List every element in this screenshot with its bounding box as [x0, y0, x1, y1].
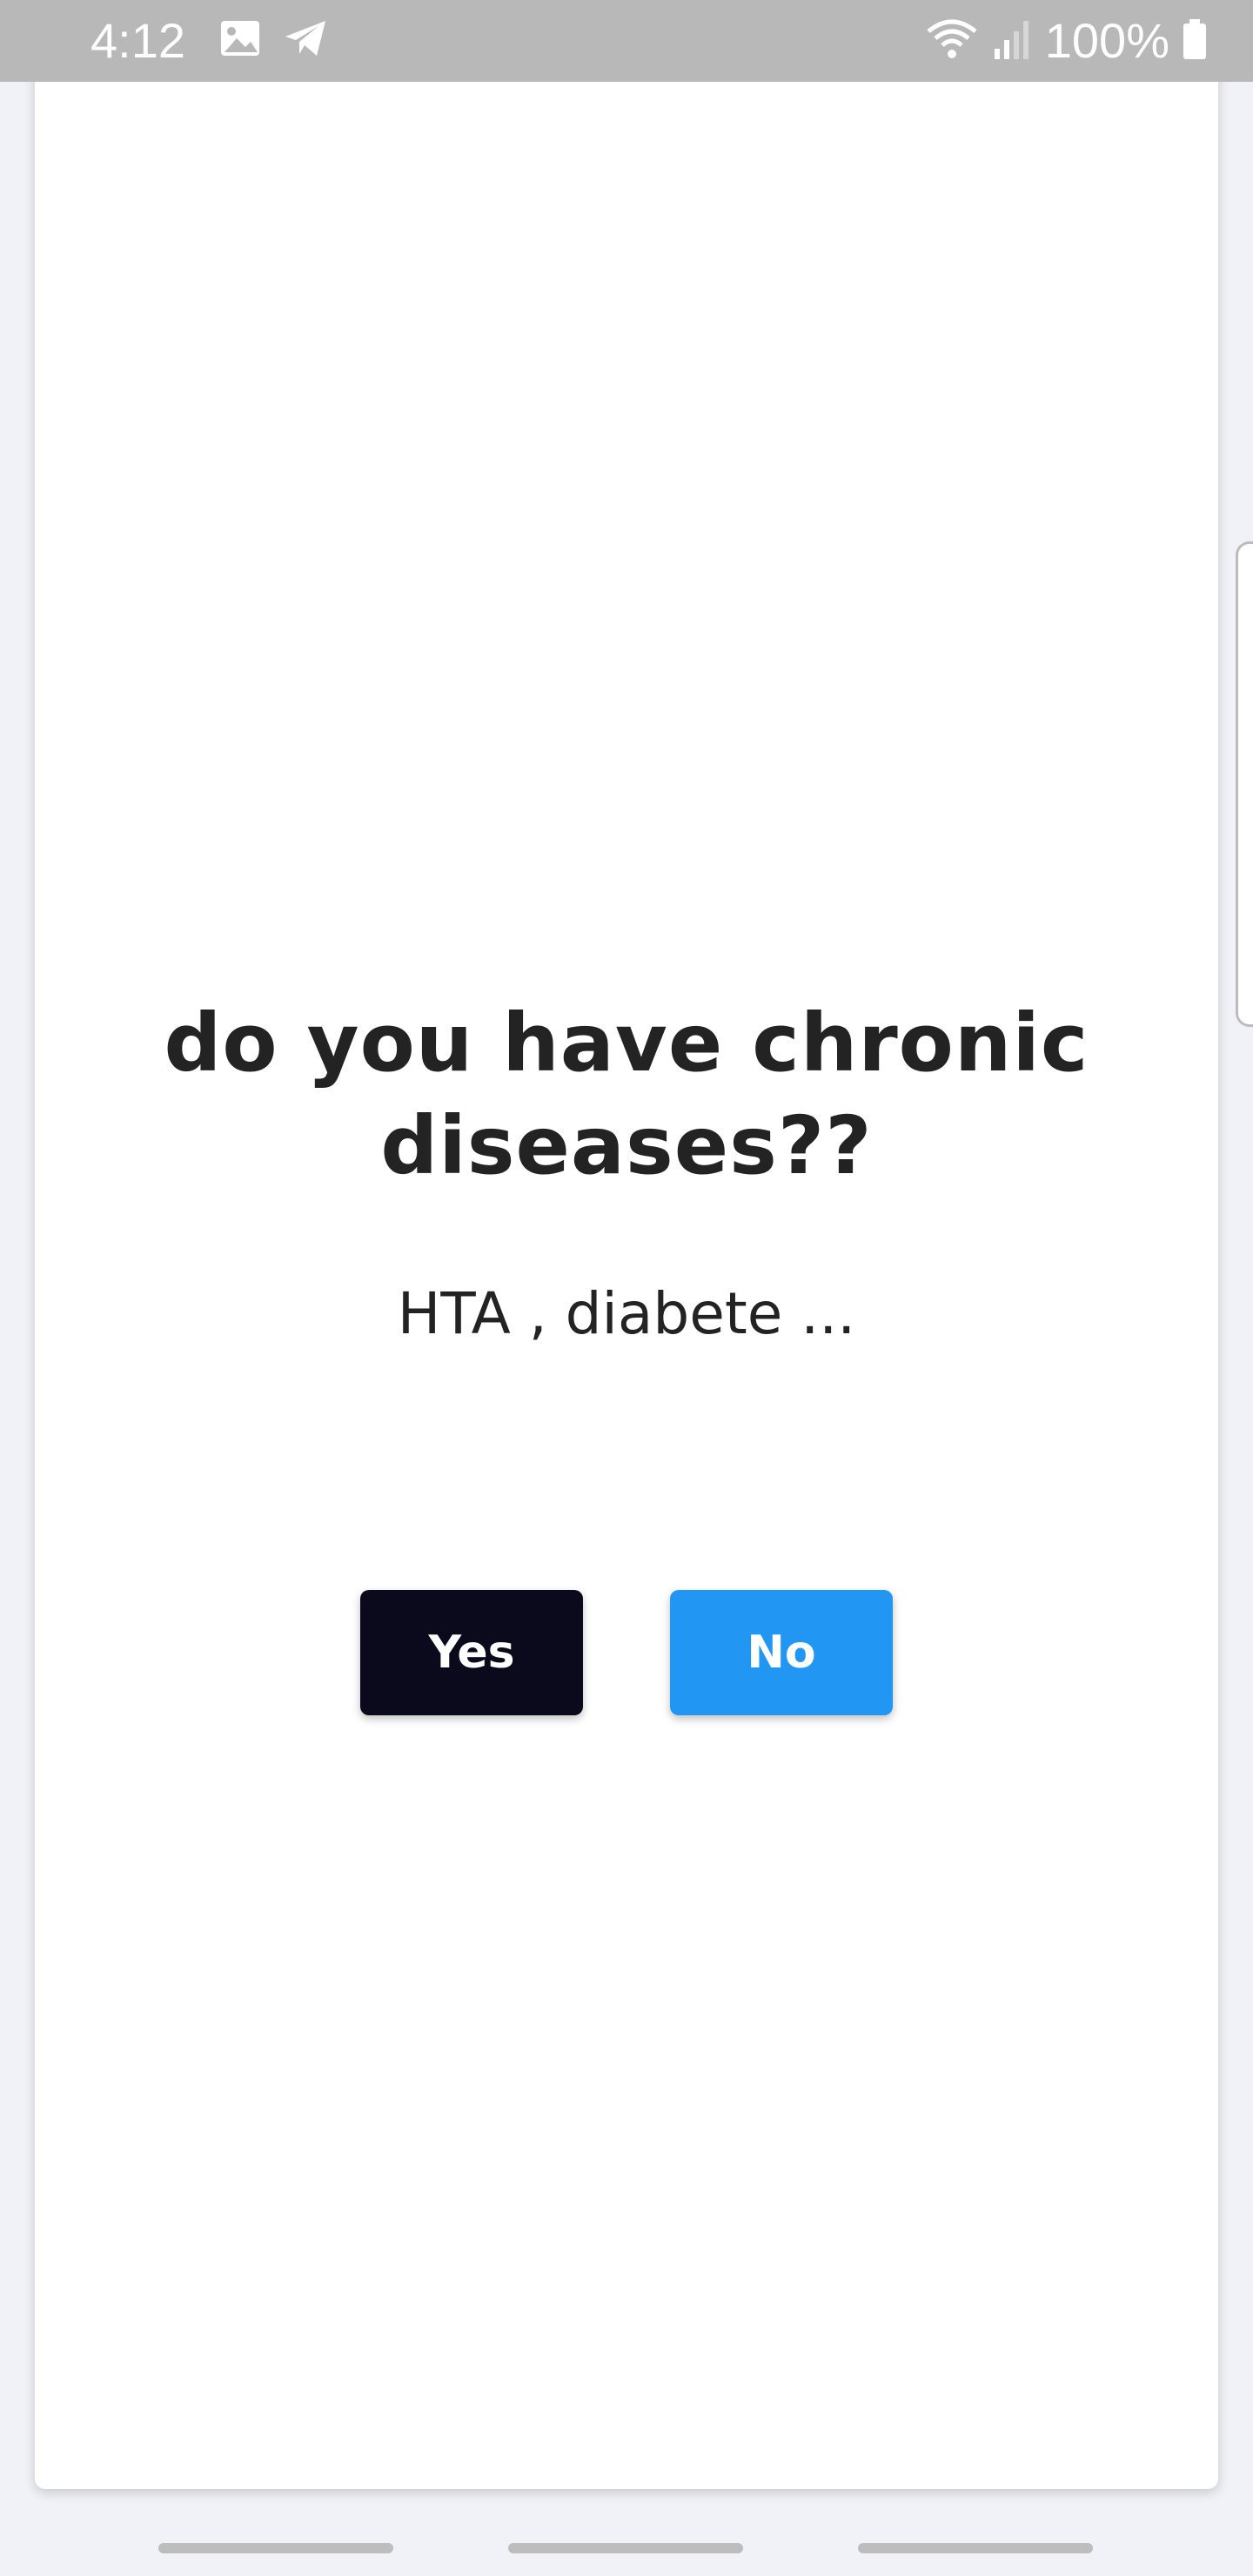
notification-icons — [219, 19, 327, 61]
battery-percentage: 100% — [1044, 13, 1169, 68]
yes-button[interactable]: Yes — [360, 1590, 583, 1715]
home-button[interactable] — [508, 2543, 743, 2553]
status-bar: 4:12 100% — [0, 0, 1253, 82]
no-button[interactable]: No — [670, 1590, 893, 1715]
back-button[interactable] — [858, 2543, 1093, 2553]
question-card: do you have chronic diseases?? HTA , dia… — [35, 35, 1218, 2489]
edge-panel-handle[interactable] — [1236, 541, 1253, 1027]
signal-icon — [991, 17, 1033, 64]
question-hint: HTA , diabete ... — [397, 1280, 856, 1347]
telegram-icon — [284, 19, 327, 61]
app-screen: 4:12 100% do you have chronic diseases??… — [0, 0, 1253, 2576]
system-status-icons: 100% — [925, 12, 1208, 70]
question-title: do you have chronic diseases?? — [164, 996, 1089, 1192]
battery-icon — [1182, 17, 1208, 64]
recent-apps-button[interactable] — [158, 2543, 393, 2553]
wifi-icon — [925, 17, 979, 64]
status-time: 4:12 — [90, 13, 185, 68]
image-icon — [219, 19, 261, 61]
